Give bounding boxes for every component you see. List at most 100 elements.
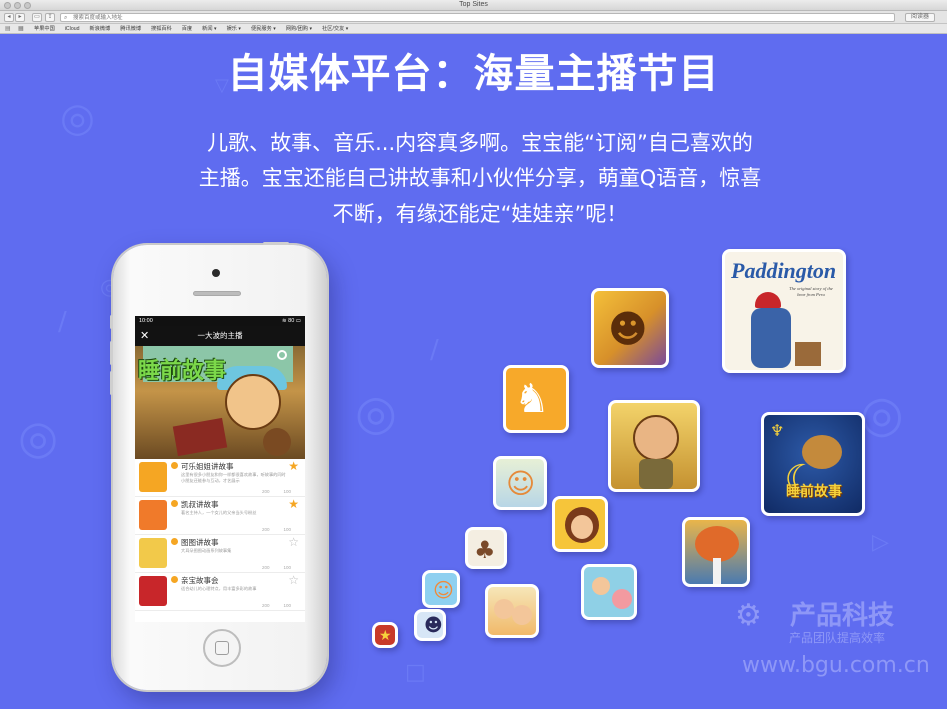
tile-tutu[interactable] — [581, 564, 637, 620]
tile-girl-headphones[interactable] — [552, 496, 608, 552]
tile-story-tiny[interactable]: ★ — [372, 622, 398, 648]
lantern-icon: ♆ — [770, 421, 785, 440]
page-content: ◎ ◎ ◎ ◎ ◎ ▽ ▷ □ / / 自媒体平台：海量主播节目 儿歌、故事、音… — [0, 35, 947, 709]
rocking-horse-icon: ♞ — [514, 376, 550, 422]
mute-switch — [110, 315, 113, 329]
story-tiny-icon: ★ — [379, 628, 392, 644]
singer-face — [633, 415, 679, 461]
home-square-icon — [215, 641, 229, 655]
bookmarks-bar: ▤ ▦ 苹果中国 iCloud 新浪微博 腾讯微博 搜狐百科 百度 新闻 ▾ 娱乐 ▾ 便民服务… — [0, 24, 947, 34]
host-list-item[interactable]: 可乐姐姐讲故事 这里有很多小朋友和你一样都很喜欢故事，听故事的同时小朋友还能参与互… — [135, 459, 305, 497]
forward-button[interactable]: ▸ — [15, 13, 25, 22]
host-stats: 200 100 — [262, 489, 291, 494]
nav-title: 一大波的主播 — [197, 331, 243, 340]
girl-face — [571, 515, 593, 539]
book-icon[interactable]: ▤ — [5, 25, 11, 32]
square-decoration-icon: □ — [405, 660, 426, 685]
volume-down-button — [110, 371, 113, 395]
banner-bear — [263, 428, 291, 456]
host-list-item[interactable]: 图图讲故事 大耳朵图图动画系列故事集 ☆ 200 100 — [135, 535, 305, 573]
tile-boy[interactable]: ☻ — [414, 609, 446, 641]
address-input[interactable] — [73, 14, 473, 21]
battery-icon: ▭ — [295, 318, 301, 324]
tile-cartoon-kids[interactable]: ☺ — [493, 456, 547, 510]
like-count[interactable]: 100 — [283, 489, 291, 494]
tile-singer[interactable] — [608, 400, 700, 492]
tile-small-cartoon[interactable]: ☺ — [422, 570, 460, 608]
bookmark-item[interactable]: iCloud — [65, 24, 80, 34]
share-icon[interactable]: ⇪ — [45, 13, 55, 22]
bookmark-item[interactable]: 新浪微博 — [89, 24, 110, 34]
bookmark-item[interactable]: 苹果中国 — [34, 24, 55, 34]
host-description: 大耳朵图图动画系列故事集 — [181, 548, 232, 553]
status-time: 10:00 — [139, 318, 153, 324]
like-count[interactable]: 100 — [283, 527, 291, 532]
bookmark-item[interactable]: 便民服务 ▾ — [251, 24, 276, 34]
host-avatar — [139, 500, 167, 530]
bookmark-item[interactable]: 娱乐 ▾ — [227, 24, 241, 34]
watermark-tagline: 产品团队提高效率 — [789, 631, 886, 645]
watermark-brand: 产品科技 — [790, 601, 895, 631]
subtitle-line-3: 不断，有缘还能定“娃娃亲”呢！ — [332, 202, 628, 226]
tree-crown — [695, 526, 739, 562]
host-avatar — [139, 462, 167, 492]
small-kid-icon: ☺ — [433, 578, 454, 602]
favorite-star-icon[interactable]: ☆ — [288, 535, 299, 549]
bookmark-item[interactable]: 腾讯微博 — [120, 24, 141, 34]
featured-banner[interactable]: 睡前故事 — [135, 346, 305, 459]
tile-paddington[interactable]: Paddington The original story of the bea… — [722, 249, 846, 373]
tile-autumn-tree[interactable] — [682, 517, 750, 587]
line-decoration-icon: / — [430, 335, 439, 365]
top-sites-icon[interactable]: ▦ — [18, 25, 24, 32]
sidebar-icon[interactable]: ▭ — [32, 13, 42, 22]
host-title: 亲宝故事会 — [181, 576, 219, 585]
search-icon[interactable] — [277, 350, 287, 360]
listen-count: 200 — [261, 527, 270, 532]
browser-toolbar: ◂ ▸ ▭ ⇪ ⌕ 阅读器 — [0, 11, 947, 24]
favorite-star-icon[interactable]: ★ — [288, 497, 299, 511]
subtitle-line-2: 主播。宝宝还能自己讲故事和小伙伴分享，萌童Q语音，惊喜 — [198, 166, 762, 190]
home-button[interactable] — [203, 629, 241, 667]
paddington-title: Paddington — [731, 258, 837, 283]
bookmark-item[interactable]: 新闻 ▾ — [202, 24, 216, 34]
tutu-face — [592, 577, 610, 595]
page-headline: 自媒体平台：海量主播节目 — [227, 51, 720, 97]
reader-button[interactable]: 阅读器 — [905, 13, 935, 22]
spiral-decoration-icon: ◎ — [60, 95, 95, 141]
line-decoration-icon: / — [58, 307, 67, 337]
tile-lion[interactable]: ☻ — [591, 288, 669, 368]
app-navbar: ✕ 一大波的主播 — [135, 326, 305, 346]
speaker-grille — [193, 291, 241, 296]
listen-count: 200 — [261, 565, 270, 570]
host-list-item[interactable]: 凯叔讲故事 著名主持人，一个女儿的父亲当头号粉丝 ★ 200 100 — [135, 497, 305, 535]
paddington-coat — [751, 308, 791, 368]
power-button — [263, 242, 289, 245]
like-count[interactable]: 100 — [283, 565, 291, 570]
host-title: 可乐姐姐讲故事 — [181, 462, 234, 471]
phone-mockup: 10:00 ≋ 80 ▭ ✕ 一大波的主播 睡前故事 可乐姐姐讲故事 这里有很多小… — [110, 242, 327, 690]
like-count[interactable]: 100 — [283, 603, 291, 608]
paddington-suitcase — [795, 342, 821, 366]
address-bar[interactable]: ⌕ — [60, 13, 895, 22]
host-list-item[interactable]: 亲宝故事会 适合幼儿的心理特点，用丰富多彩的故事 ☆ 200 100 — [135, 573, 305, 611]
bookmark-item[interactable]: 百度 — [182, 24, 192, 34]
spiral-decoration-icon: ◎ — [18, 410, 59, 464]
tile-animals[interactable]: ♣ — [465, 527, 507, 569]
status-bar: 10:00 ≋ 80 ▭ — [135, 316, 305, 326]
favorite-star-icon[interactable]: ☆ — [288, 573, 299, 587]
bookmark-item[interactable]: 搜狐百科 — [151, 24, 172, 34]
tile-rocking-horse[interactable]: ♞ — [503, 365, 569, 433]
bookmark-item[interactable]: 网购/团购 ▾ — [286, 24, 312, 34]
host-description: 适合幼儿的心理特点，用丰富多彩的故事 — [181, 586, 257, 591]
host-badge-icon — [171, 538, 178, 545]
tutu-face-2 — [612, 589, 632, 609]
favorite-star-icon[interactable]: ★ — [288, 459, 299, 473]
tile-two-kids[interactable] — [485, 584, 539, 638]
subtitle-line-1: 儿歌、故事、音乐...内容真多啊。宝宝能“订阅”自己喜欢的 — [207, 131, 753, 155]
window-title: Top Sites — [459, 1, 488, 8]
listen-count: 200 — [261, 603, 270, 608]
banner-title: 睡前故事 — [138, 359, 227, 384]
tile-sleep-story[interactable]: ☾ ♆ 睡前故事 — [761, 412, 865, 516]
back-button[interactable]: ◂ — [4, 13, 14, 22]
bookmark-item[interactable]: 社区/交友 ▾ — [322, 24, 348, 34]
